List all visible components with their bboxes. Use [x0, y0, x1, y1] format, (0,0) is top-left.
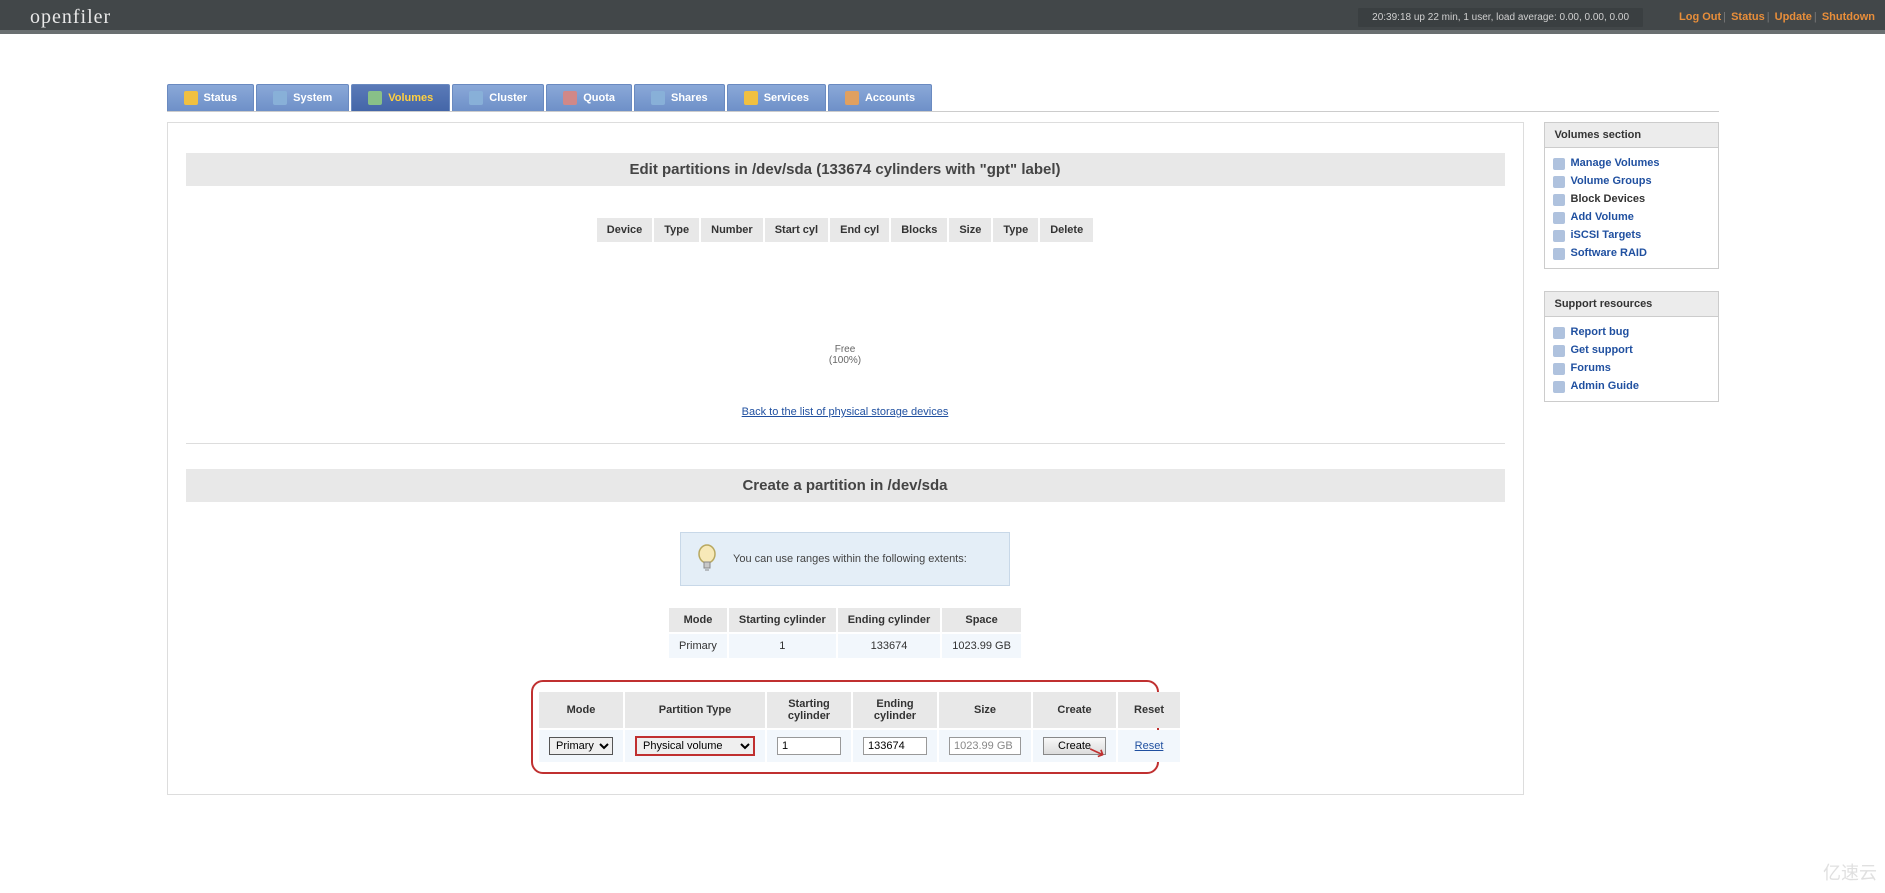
reset-link[interactable]: Reset [1135, 740, 1164, 752]
support-resources-panel: Support resources Report bugGet supportF… [1544, 291, 1719, 402]
tab-shares[interactable]: Shares [634, 84, 725, 111]
divider [186, 443, 1505, 444]
tab-services[interactable]: Services [727, 84, 826, 111]
column-header: Type [993, 218, 1038, 242]
column-header: Mode [539, 692, 623, 728]
sidebar-item-report-bug[interactable]: Report bug [1551, 323, 1712, 341]
column-header: Partition Type [625, 692, 765, 728]
partition-table: DeviceTypeNumberStart cylEnd cylBlocksSi… [595, 216, 1095, 244]
column-header: Size [939, 692, 1031, 728]
extent-start: 1 [729, 634, 836, 658]
shutdown-link[interactable]: Shutdown [1822, 11, 1875, 23]
sidebar-item-volume-groups[interactable]: Volume Groups [1551, 172, 1712, 190]
sidebar-item-add-volume[interactable]: Add Volume [1551, 208, 1712, 226]
extent-mode: Primary [669, 634, 727, 658]
column-header: Reset [1118, 692, 1180, 728]
tab-label: Volumes [388, 92, 433, 104]
cluster-icon [469, 91, 483, 105]
accounts-icon [845, 91, 859, 105]
column-header: Delete [1040, 218, 1093, 242]
size-display [949, 737, 1021, 755]
status-link[interactable]: Status [1731, 11, 1765, 23]
tab-label: Services [764, 92, 809, 104]
column-header: Number [701, 218, 763, 242]
column-header: Size [949, 218, 991, 242]
tab-status[interactable]: Status [167, 84, 255, 111]
tab-quota[interactable]: Quota [546, 84, 632, 111]
services-icon [744, 91, 758, 105]
starting-cylinder-input[interactable] [777, 737, 841, 755]
tab-volumes[interactable]: Volumes [351, 84, 450, 111]
extents-table: ModeStarting cylinderEnding cylinderSpac… [667, 606, 1023, 660]
system-icon [273, 91, 287, 105]
mode-select[interactable]: Primary [549, 737, 613, 755]
top-bar: openfiler 20:39:18 up 22 min, 1 user, lo… [0, 0, 1885, 34]
logout-link[interactable]: Log Out [1679, 11, 1721, 23]
shares-icon [651, 91, 665, 105]
tab-label: Accounts [865, 92, 915, 104]
support-resources-title: Support resources [1545, 292, 1718, 317]
back-to-devices-link[interactable]: Back to the list of physical storage dev… [742, 406, 949, 418]
uptime-status: 20:39:18 up 22 min, 1 user, load average… [1358, 8, 1643, 27]
free-space-indicator: Free (100%) [186, 344, 1505, 366]
column-header: Create [1033, 692, 1116, 728]
column-header: Ending cylinder [853, 692, 937, 728]
ending-cylinder-input[interactable] [863, 737, 927, 755]
column-header: Blocks [891, 218, 947, 242]
sidebar-item-manage-volumes[interactable]: Manage Volumes [1551, 154, 1712, 172]
column-header: Starting cylinder [767, 692, 851, 728]
volumes-section-title: Volumes section [1545, 123, 1718, 148]
column-header: Device [597, 218, 652, 242]
column-header: Start cyl [765, 218, 828, 242]
extent-end: 133674 [838, 634, 941, 658]
sidebar-item-software-raid[interactable]: Software RAID [1551, 244, 1712, 262]
column-header: End cyl [830, 218, 889, 242]
column-header: Mode [669, 608, 727, 632]
tab-system[interactable]: System [256, 84, 349, 111]
column-header: Ending cylinder [838, 608, 941, 632]
top-links: Log Out| Status| Update| Shutdown [1679, 11, 1875, 23]
partition-type-select[interactable]: Physical volume [635, 736, 755, 756]
sidebar-item-admin-guide[interactable]: Admin Guide [1551, 377, 1712, 395]
quota-icon [563, 91, 577, 105]
tab-cluster[interactable]: Cluster [452, 84, 544, 111]
column-header: Type [654, 218, 699, 242]
create-partition-form: ModePartition TypeStarting cylinderEndin… [537, 690, 1182, 764]
volumes-icon [368, 91, 382, 105]
tab-label: Cluster [489, 92, 527, 104]
sidebar-item-block-devices[interactable]: Block Devices [1551, 190, 1712, 208]
create-form-highlight: ModePartition TypeStarting cylinderEndin… [531, 680, 1159, 774]
column-header: Starting cylinder [729, 608, 836, 632]
volumes-section-panel: Volumes section Manage VolumesVolume Gro… [1544, 122, 1719, 269]
brand-logo: openfiler [30, 6, 111, 29]
main-content: Edit partitions in /dev/sda (133674 cyli… [167, 122, 1524, 795]
main-tabs: Status System Volumes Cluster Quota Shares Ser… [167, 84, 1719, 112]
home-icon [184, 91, 198, 105]
watermark: 亿速云 [1823, 859, 1877, 885]
tab-label: Shares [671, 92, 708, 104]
tab-accounts[interactable]: Accounts [828, 84, 932, 111]
create-partition-title: Create a partition in /dev/sda [186, 469, 1505, 502]
tab-label: Status [204, 92, 238, 104]
lightbulb-icon [695, 543, 719, 575]
edit-partitions-title: Edit partitions in /dev/sda (133674 cyli… [186, 153, 1505, 186]
tab-label: Quota [583, 92, 615, 104]
column-header: Space [942, 608, 1021, 632]
tab-label: System [293, 92, 332, 104]
update-link[interactable]: Update [1775, 11, 1812, 23]
extent-space: 1023.99 GB [942, 634, 1021, 658]
sidebar-item-iscsi-targets[interactable]: iSCSI Targets [1551, 226, 1712, 244]
sidebar-item-get-support[interactable]: Get support [1551, 341, 1712, 359]
sidebar: Volumes section Manage VolumesVolume Gro… [1544, 122, 1719, 424]
sidebar-item-forums[interactable]: Forums [1551, 359, 1712, 377]
hint-box: You can use ranges within the following … [680, 532, 1010, 586]
